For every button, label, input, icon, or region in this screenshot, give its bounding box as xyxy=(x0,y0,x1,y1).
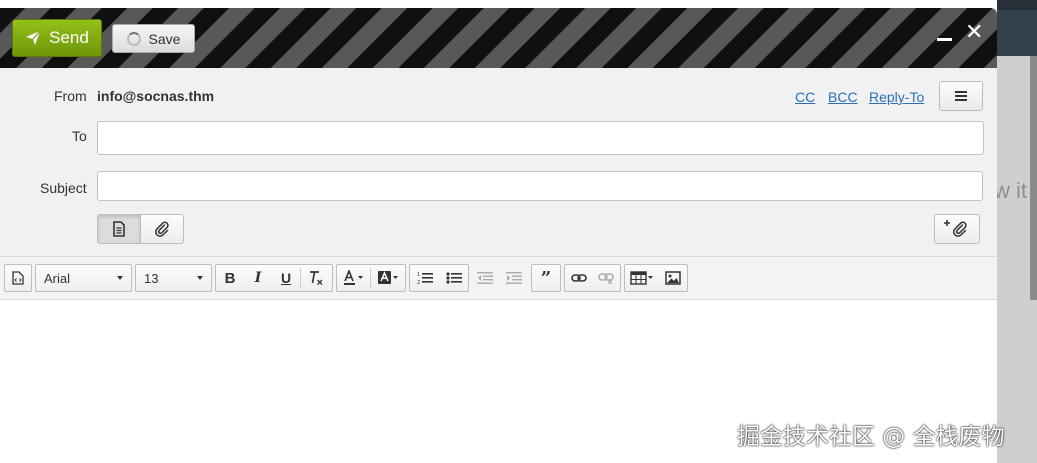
indent-button[interactable] xyxy=(499,265,528,291)
add-attachment-button[interactable] xyxy=(934,214,980,244)
svg-text:2: 2 xyxy=(417,280,420,285)
editor-toolbar: Arial 13 B I U 1 2 ” xyxy=(0,256,997,300)
unlink-icon xyxy=(598,273,614,284)
clear-format-icon xyxy=(310,271,323,285)
list-group: 1 2 xyxy=(409,264,469,292)
table-button[interactable] xyxy=(625,265,658,291)
font-family-select[interactable]: Arial xyxy=(35,264,132,292)
background-topbar xyxy=(997,0,1037,10)
outdent-icon xyxy=(476,272,493,284)
attach-plus-icon xyxy=(944,220,967,237)
bold-icon: B xyxy=(224,269,236,287)
outdent-button[interactable] xyxy=(470,265,499,291)
paperclip-icon xyxy=(155,221,169,237)
chevron-down-icon xyxy=(117,276,123,280)
quote-group: ” xyxy=(531,264,561,292)
menu-icon xyxy=(955,91,967,101)
background-color-icon xyxy=(378,271,398,284)
send-icon xyxy=(26,30,41,45)
menu-button[interactable] xyxy=(939,81,983,111)
background-color-button[interactable] xyxy=(371,265,405,291)
svg-text:1: 1 xyxy=(417,272,420,278)
close-icon[interactable]: ✕ xyxy=(965,20,983,45)
text-color-icon xyxy=(343,270,363,285)
message-mode-button[interactable] xyxy=(98,215,141,243)
underline-icon: U xyxy=(280,270,292,286)
watermark: 掘金技术社区 @ 全栈废物 xyxy=(737,424,1005,450)
ordered-list-icon: 1 2 xyxy=(417,272,433,285)
insert-group xyxy=(624,264,688,292)
link-icon xyxy=(570,274,587,282)
unordered-list-icon xyxy=(445,272,462,284)
source-button[interactable] xyxy=(5,265,31,291)
document-icon xyxy=(113,221,125,237)
source-group xyxy=(4,264,32,292)
indent-group xyxy=(469,264,529,292)
attachments-mode-button[interactable] xyxy=(141,215,183,243)
indent-icon xyxy=(505,272,522,284)
bold-button[interactable]: B xyxy=(216,265,244,291)
font-size-select[interactable]: 13 xyxy=(135,264,212,292)
send-button[interactable]: Send xyxy=(12,19,102,57)
bcc-link[interactable]: BCC xyxy=(828,89,858,105)
compose-header: Send Save ✕ xyxy=(0,8,997,68)
ordered-list-button[interactable]: 1 2 xyxy=(410,265,439,291)
underline-button[interactable]: U xyxy=(272,265,300,291)
chevron-down-icon xyxy=(197,276,203,280)
subject-label: Subject xyxy=(40,180,87,196)
color-group xyxy=(336,264,406,292)
image-icon xyxy=(664,271,681,285)
minimize-icon[interactable] xyxy=(937,38,952,41)
unlink-button[interactable] xyxy=(593,265,621,291)
compose-window: Send Save ✕ From info@socnas.thm CC BCC … xyxy=(0,8,997,463)
link-button[interactable] xyxy=(565,265,593,291)
from-label: From xyxy=(54,88,87,104)
font-size-value: 13 xyxy=(144,270,159,286)
unordered-list-button[interactable] xyxy=(439,265,468,291)
save-label: Save xyxy=(148,30,181,47)
reply-to-link[interactable]: Reply-To xyxy=(869,89,924,105)
background-text: w it xyxy=(994,178,1027,203)
spinner-icon xyxy=(126,31,141,46)
body-mode-toggle xyxy=(97,214,184,244)
format-group: B I U xyxy=(215,264,333,292)
to-label: To xyxy=(72,128,87,144)
subject-input[interactable] xyxy=(97,171,983,201)
source-icon xyxy=(12,271,24,285)
link-group xyxy=(564,264,621,292)
font-family-value: Arial xyxy=(44,270,71,286)
to-input[interactable] xyxy=(97,121,984,155)
italic-icon: I xyxy=(254,270,262,286)
blockquote-icon: ” xyxy=(540,267,552,289)
blockquote-button[interactable]: ” xyxy=(532,265,560,291)
italic-button[interactable]: I xyxy=(244,265,272,291)
save-button[interactable]: Save xyxy=(112,24,195,53)
text-color-button[interactable] xyxy=(337,265,370,291)
table-icon xyxy=(629,271,653,285)
cc-link[interactable]: CC xyxy=(795,89,815,105)
clear-format-button[interactable] xyxy=(301,265,331,291)
background-scrollbar xyxy=(1030,56,1037,300)
send-label: Send xyxy=(49,28,89,47)
image-button[interactable] xyxy=(658,265,687,291)
from-value: info@socnas.thm xyxy=(97,88,215,104)
